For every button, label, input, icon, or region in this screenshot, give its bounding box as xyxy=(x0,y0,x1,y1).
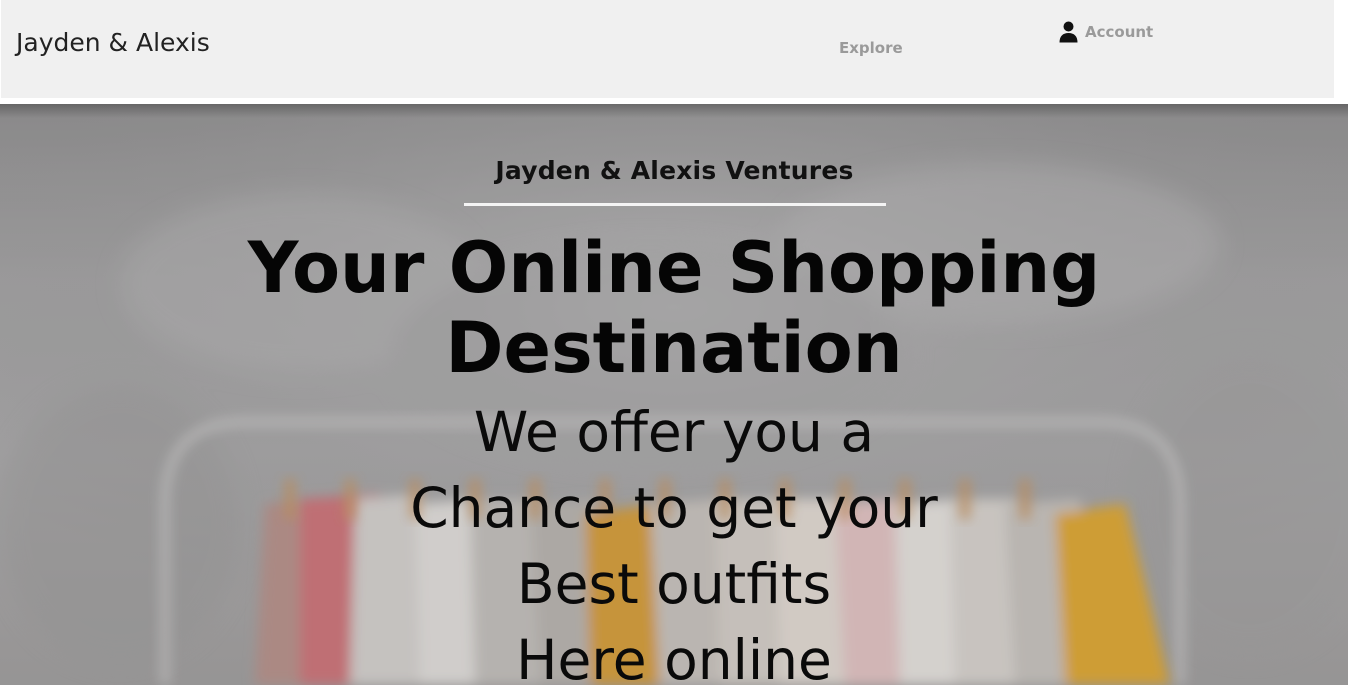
user-icon xyxy=(1059,21,1078,43)
hero-tagline-line: We offer you a xyxy=(473,400,875,464)
hero-tagline-line: Chance to get your xyxy=(410,476,938,540)
account-label: Account xyxy=(1085,23,1154,41)
nav-link-explore[interactable]: Explore xyxy=(839,39,903,57)
top-navigation-bar: Jayden & Alexis Explore Account xyxy=(1,0,1334,98)
nav-link-account[interactable]: Account xyxy=(1059,20,1153,44)
page-edge xyxy=(1334,0,1348,104)
hero-eyebrow-title: Jayden & Alexis Ventures xyxy=(495,156,854,185)
hero-banner: Jayden & Alexis Ventures Your Online Sho… xyxy=(0,104,1348,685)
hero-content: Jayden & Alexis Ventures Your Online Sho… xyxy=(0,104,1348,685)
brand-logo-text[interactable]: Jayden & Alexis xyxy=(16,28,210,57)
hero-tagline-line: Best outfits xyxy=(516,552,832,616)
hero-headline: Your Online Shopping Destination xyxy=(247,227,1101,389)
hero-divider xyxy=(464,203,886,206)
hero-tagline-line: Here online xyxy=(516,628,832,685)
